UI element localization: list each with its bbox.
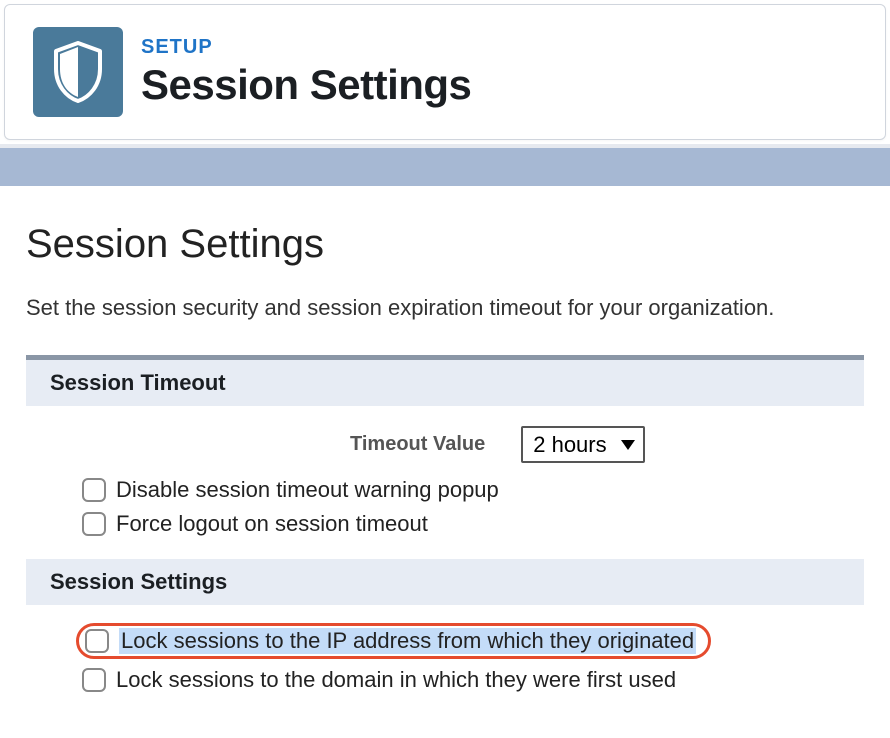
timeout-value-label: Timeout Value — [350, 433, 485, 456]
lock-ip-highlight: Lock sessions to the IP address from whi… — [76, 623, 711, 659]
force-logout-checkbox[interactable] — [82, 512, 106, 536]
header-eyebrow: SETUP — [141, 36, 471, 59]
page-title: Session Settings — [26, 222, 864, 267]
section-heading-timeout: Session Timeout — [26, 360, 864, 406]
lock-domain-row: Lock sessions to the domain in which the… — [26, 663, 864, 697]
shield-icon — [33, 27, 123, 117]
disable-popup-checkbox[interactable] — [82, 478, 106, 502]
setup-header: SETUP Session Settings — [4, 4, 886, 140]
section-heading-session: Session Settings — [26, 559, 864, 605]
decorative-banner — [0, 144, 890, 186]
lock-domain-label: Lock sessions to the domain in which the… — [116, 667, 676, 693]
lock-ip-row: Lock sessions to the IP address from whi… — [26, 619, 864, 663]
header-text: SETUP Session Settings — [141, 36, 471, 109]
force-logout-label: Force logout on session timeout — [116, 511, 428, 537]
timeout-value-row: Timeout Value 2 hours — [26, 414, 864, 473]
settings-panel: Session Timeout Timeout Value 2 hours Di… — [26, 355, 864, 697]
disable-popup-row: Disable session timeout warning popup — [26, 473, 864, 507]
timeout-value-select[interactable]: 2 hours — [521, 426, 645, 463]
page-description: Set the session security and session exp… — [26, 295, 864, 321]
lock-ip-checkbox[interactable] — [85, 629, 109, 653]
lock-domain-checkbox[interactable] — [82, 668, 106, 692]
disable-popup-label: Disable session timeout warning popup — [116, 477, 499, 503]
force-logout-row: Force logout on session timeout — [26, 507, 864, 541]
header-title: Session Settings — [141, 61, 471, 109]
lock-ip-label: Lock sessions to the IP address from whi… — [119, 628, 696, 654]
